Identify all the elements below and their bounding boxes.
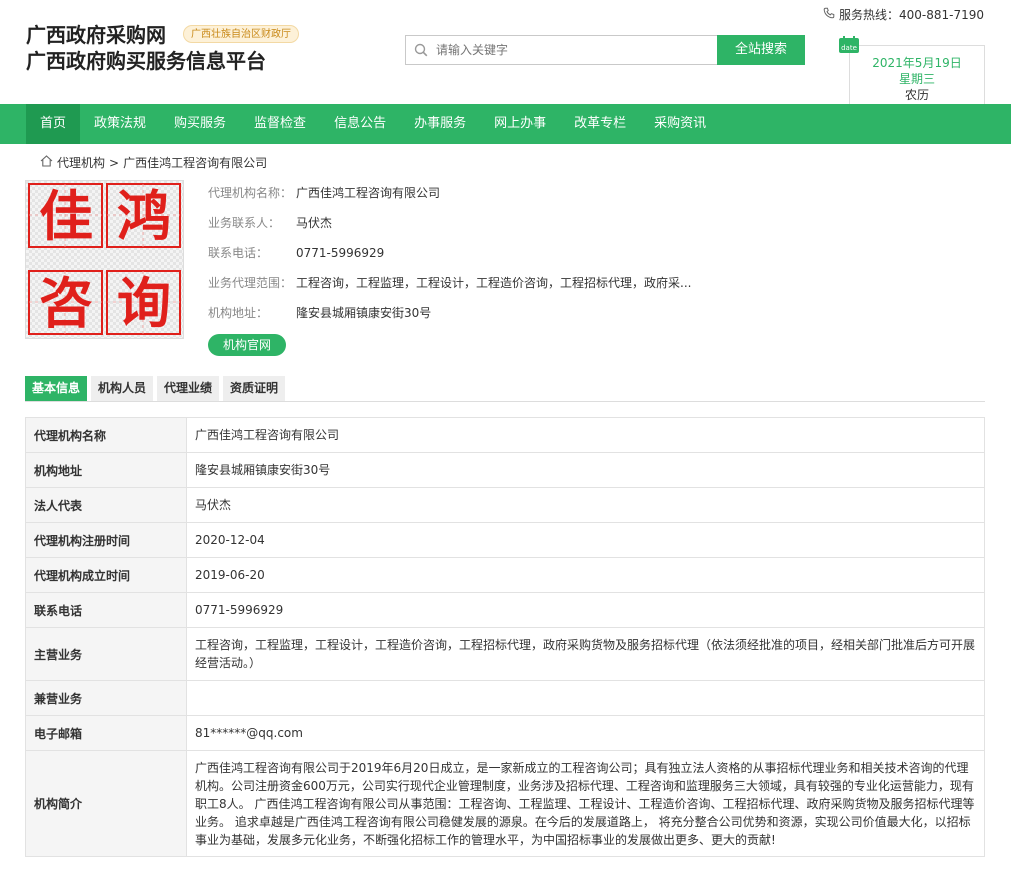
detail-tabs: 基本信息 机构人员 代理业绩 资质证明 (25, 376, 985, 402)
weekday-text: 星期三 (898, 72, 935, 86)
profile-label: 代理机构名称： (208, 186, 293, 200)
agency-logo: 佳 鸿 咨 询 (25, 180, 184, 339)
profile-row-contact: 业务联系人： 马伏杰 (208, 214, 691, 244)
tab-performance[interactable]: 代理业绩 (157, 376, 220, 401)
search-icon (406, 36, 436, 64)
profile-label: 业务代理范围： (208, 276, 293, 290)
tab-staff[interactable]: 机构人员 (91, 376, 154, 401)
profile-row-name: 代理机构名称： 广西佳鸿工程咨询有限公司 (208, 184, 691, 214)
logo-char-2: 鸿 (117, 184, 171, 248)
calendar-icon: date (838, 36, 860, 54)
hotline: 服务热线：400-881-7190 (823, 6, 984, 23)
profile-label: 机构地址： (208, 306, 269, 320)
tab-qualifications[interactable]: 资质证明 (223, 376, 286, 401)
table-value (186, 680, 985, 716)
table-key: 法人代表 (25, 487, 187, 523)
table-row: 机构地址 隆安县城厢镇康安街30号 (25, 452, 985, 488)
nav-item-purchase-service[interactable]: 购买服务 (160, 104, 240, 144)
nav-item-home[interactable]: 首页 (26, 104, 81, 144)
profile-value: 广西佳鸿工程咨询有限公司 (296, 186, 441, 200)
table-row: 兼营业务 (25, 680, 985, 716)
table-row: 法人代表 马伏杰 (25, 487, 985, 523)
agency-profile: 代理机构名称： 广西佳鸿工程咨询有限公司 业务联系人： 马伏杰 联系电话： 07… (208, 184, 691, 334)
table-value: 隆安县城厢镇康安街30号 (186, 452, 985, 488)
home-icon[interactable] (40, 155, 53, 170)
table-value: 2019-06-20 (186, 557, 985, 593)
table-value: 工程咨询，工程监理，工程设计，工程造价咨询，工程招标代理，政府采购货物及服务招标… (186, 627, 985, 681)
breadcrumb-current: 广西佳鸿工程咨询有限公司 (123, 156, 268, 170)
table-key: 机构地址 (25, 452, 187, 488)
logo-char-3: 咨 (39, 271, 93, 335)
official-site-button[interactable]: 机构官网 (208, 334, 286, 356)
nav-item-announcements[interactable]: 信息公告 (320, 104, 400, 144)
date-text: 2021年5月19日 (872, 56, 962, 70)
table-value: 0771-5996929 (186, 592, 985, 628)
table-value: 广西佳鸿工程咨询有限公司于2019年6月20日成立，是一家新成立的工程咨询公司；… (186, 750, 985, 857)
table-row: 代理机构注册时间 2020-12-04 (25, 522, 985, 558)
profile-value: 0771-5996929 (296, 246, 385, 260)
profile-value: 隆安县城厢镇康安街30号 (296, 306, 432, 320)
nav-item-news[interactable]: 采购资讯 (640, 104, 720, 144)
table-value: 广西佳鸿工程咨询有限公司 (186, 417, 985, 453)
search-box (405, 35, 718, 65)
table-row: 电子邮箱 81******@qq.com (25, 715, 985, 751)
lunar-text: 农历 (904, 88, 929, 102)
nav-item-policy[interactable]: 政策法规 (80, 104, 160, 144)
main-nav: 首页 政策法规 购买服务 监督检查 信息公告 办事服务 网上办事 改革专栏 采购… (0, 104, 1011, 144)
site-title-line2: 广西政府购买服务信息平台 (26, 49, 266, 73)
nav-item-reform[interactable]: 改革专栏 (560, 104, 640, 144)
search-input[interactable] (436, 36, 718, 64)
table-key: 代理机构成立时间 (25, 557, 187, 593)
logo-char-1: 佳 (39, 184, 93, 248)
breadcrumb-separator: > (109, 155, 120, 170)
calendar-icon-label: date (841, 44, 857, 52)
site-title-line1: 广西政府采购网 (26, 23, 166, 47)
table-row: 联系电话 0771-5996929 (25, 592, 985, 628)
department-badge: 广西壮族自治区财政厅 (183, 25, 299, 43)
table-value: 马伏杰 (186, 487, 985, 523)
profile-value: 工程咨询，工程监理，工程设计，工程造价咨询，工程招标代理，政府采... (296, 276, 692, 290)
hotline-text: 服务热线：400-881-7190 (838, 8, 984, 22)
table-key: 联系电话 (25, 592, 187, 628)
table-key: 机构简介 (25, 750, 187, 857)
table-row: 代理机构名称 广西佳鸿工程咨询有限公司 (25, 417, 985, 453)
profile-label: 业务联系人： (208, 216, 281, 230)
profile-label: 联系电话： (208, 246, 269, 260)
table-value: 2020-12-04 (186, 522, 985, 558)
phone-icon (823, 7, 835, 22)
logo-char-4: 询 (117, 271, 171, 335)
basic-info-table: 代理机构名称 广西佳鸿工程咨询有限公司 机构地址 隆安县城厢镇康安街30号 法人… (25, 417, 985, 857)
table-value: 81******@qq.com (186, 715, 985, 751)
profile-row-phone: 联系电话： 0771-5996929 (208, 244, 691, 274)
breadcrumb-parent[interactable]: 代理机构 (57, 154, 105, 171)
breadcrumb: 代理机构 > 广西佳鸿工程咨询有限公司 (40, 154, 267, 171)
nav-item-services[interactable]: 办事服务 (400, 104, 480, 144)
tab-basic-info[interactable]: 基本信息 (25, 376, 88, 401)
table-key: 兼营业务 (25, 680, 187, 716)
profile-row-address: 机构地址： 隆安县城厢镇康安街30号 (208, 304, 691, 334)
table-key: 电子邮箱 (25, 715, 187, 751)
table-row: 代理机构成立时间 2019-06-20 (25, 557, 985, 593)
table-row: 主营业务 工程咨询，工程监理，工程设计，工程造价咨询，工程招标代理，政府采购货物… (25, 627, 985, 681)
date-panel: 2021年5月19日 星期三 农历 (849, 45, 985, 104)
search-button[interactable]: 全站搜索 (717, 35, 805, 65)
table-key: 代理机构注册时间 (25, 522, 187, 558)
table-key: 主营业务 (25, 627, 187, 681)
table-row: 机构简介 广西佳鸿工程咨询有限公司于2019年6月20日成立，是一家新成立的工程… (25, 750, 985, 857)
nav-item-supervision[interactable]: 监督检查 (240, 104, 320, 144)
nav-item-online[interactable]: 网上办事 (480, 104, 560, 144)
profile-value: 马伏杰 (296, 216, 333, 230)
site-header: 广西政府采购网 广西政府购买服务信息平台 广西壮族自治区财政厅 全站搜索 服务热… (0, 0, 1011, 104)
profile-row-scope: 业务代理范围： 工程咨询，工程监理，工程设计，工程造价咨询，工程招标代理，政府采… (208, 274, 691, 304)
table-key: 代理机构名称 (25, 417, 187, 453)
